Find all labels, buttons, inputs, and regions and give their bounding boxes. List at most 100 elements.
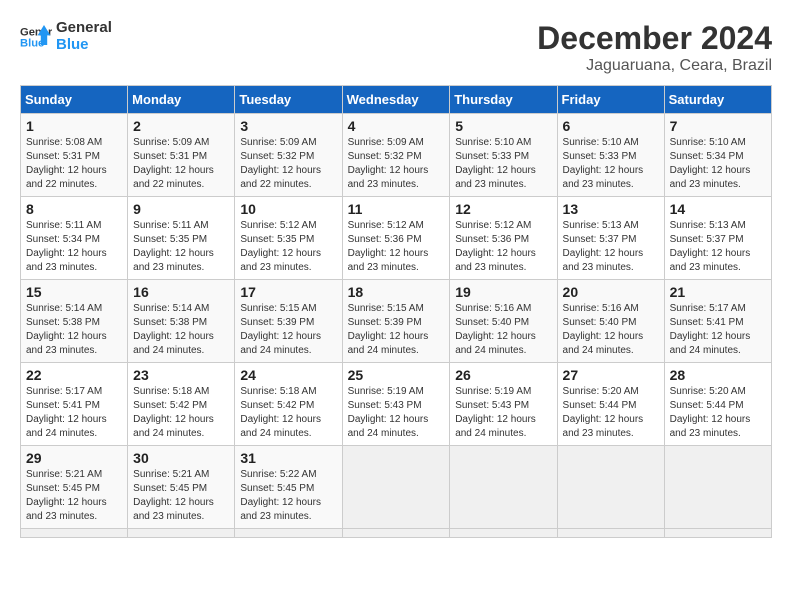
- day-number: 5: [455, 118, 551, 134]
- day-number: 11: [348, 201, 445, 217]
- day-number: 26: [455, 367, 551, 383]
- col-header-sunday: Sunday: [21, 86, 128, 114]
- calendar-cell: [450, 446, 557, 529]
- day-info: Sunrise: 5:19 AM Sunset: 5:43 PM Dayligh…: [455, 385, 551, 441]
- day-info: Sunrise: 5:21 AM Sunset: 5:45 PM Dayligh…: [133, 468, 229, 524]
- day-info: Sunrise: 5:14 AM Sunset: 5:38 PM Dayligh…: [26, 302, 122, 358]
- day-number: 25: [348, 367, 445, 383]
- day-number: 17: [240, 284, 336, 300]
- day-number: 10: [240, 201, 336, 217]
- col-header-saturday: Saturday: [664, 86, 771, 114]
- day-number: 12: [455, 201, 551, 217]
- calendar-cell: [664, 446, 771, 529]
- logo-line1: General: [56, 20, 112, 37]
- calendar-cell: [664, 529, 771, 538]
- calendar-cell: 28 Sunrise: 5:20 AM Sunset: 5:44 PM Dayli…: [664, 363, 771, 446]
- day-number: 3: [240, 118, 336, 134]
- day-number: 13: [563, 201, 659, 217]
- title-block: December 2024 Jaguaruana, Ceara, Brazil: [537, 20, 772, 75]
- calendar-cell: 10 Sunrise: 5:12 AM Sunset: 5:35 PM Dayli…: [235, 197, 342, 280]
- calendar-cell: 15 Sunrise: 5:14 AM Sunset: 5:38 PM Dayli…: [21, 280, 128, 363]
- day-info: Sunrise: 5:13 AM Sunset: 5:37 PM Dayligh…: [563, 219, 659, 275]
- calendar-cell: 6 Sunrise: 5:10 AM Sunset: 5:33 PM Daylig…: [557, 114, 664, 197]
- calendar-cell: [235, 529, 342, 538]
- calendar-cell: 4Sunrise: 5:09 AM Sunset: 5:32 PM Daylig…: [342, 114, 450, 197]
- day-number: 20: [563, 284, 659, 300]
- day-info: Sunrise: 5:16 AM Sunset: 5:40 PM Dayligh…: [563, 302, 659, 358]
- calendar-cell: [128, 529, 235, 538]
- calendar-cell: 14 Sunrise: 5:13 AM Sunset: 5:37 PM Dayli…: [664, 197, 771, 280]
- day-number: 14: [670, 201, 766, 217]
- calendar-cell: 31 Sunrise: 5:22 AM Sunset: 5:45 PM Dayli…: [235, 446, 342, 529]
- calendar-cell: 22Sunrise: 5:17 AM Sunset: 5:41 PM Dayli…: [21, 363, 128, 446]
- day-number: 16: [133, 284, 229, 300]
- calendar-cell: 1 Sunrise: 5:08 AM Sunset: 5:31 PM Daylig…: [21, 114, 128, 197]
- calendar-cell: 21 Sunrise: 5:17 AM Sunset: 5:41 PM Dayli…: [664, 280, 771, 363]
- day-number: 9: [133, 201, 229, 217]
- day-info: Sunrise: 5:12 AM Sunset: 5:36 PM Dayligh…: [348, 219, 445, 275]
- calendar-cell: 20 Sunrise: 5:16 AM Sunset: 5:40 PM Dayli…: [557, 280, 664, 363]
- day-info: Sunrise: 5:13 AM Sunset: 5:37 PM Dayligh…: [670, 219, 766, 275]
- day-number: 4: [348, 118, 445, 134]
- calendar-cell: [342, 446, 450, 529]
- day-info: Sunrise: 5:11 AM Sunset: 5:34 PM Dayligh…: [26, 219, 122, 275]
- col-header-tuesday: Tuesday: [235, 86, 342, 114]
- calendar-cell: 30 Sunrise: 5:21 AM Sunset: 5:45 PM Dayli…: [128, 446, 235, 529]
- calendar-cell: 23Sunrise: 5:18 AM Sunset: 5:42 PM Dayli…: [128, 363, 235, 446]
- calendar-cell: 26 Sunrise: 5:19 AM Sunset: 5:43 PM Dayli…: [450, 363, 557, 446]
- page-header: General Blue General Blue December 2024 …: [20, 20, 772, 75]
- day-number: 8: [26, 201, 122, 217]
- day-info: Sunrise: 5:15 AM Sunset: 5:39 PM Dayligh…: [240, 302, 336, 358]
- logo: General Blue General Blue: [20, 20, 112, 53]
- calendar-cell: 25Sunrise: 5:19 AM Sunset: 5:43 PM Dayli…: [342, 363, 450, 446]
- day-number: 28: [670, 367, 766, 383]
- day-number: 15: [26, 284, 122, 300]
- day-number: 27: [563, 367, 659, 383]
- calendar-cell: 19Sunrise: 5:16 AM Sunset: 5:40 PM Dayli…: [450, 280, 557, 363]
- day-number: 21: [670, 284, 766, 300]
- calendar-cell: 9 Sunrise: 5:11 AM Sunset: 5:35 PM Daylig…: [128, 197, 235, 280]
- day-info: Sunrise: 5:21 AM Sunset: 5:45 PM Dayligh…: [26, 468, 122, 524]
- day-info: Sunrise: 5:11 AM Sunset: 5:35 PM Dayligh…: [133, 219, 229, 275]
- calendar-cell: 11 Sunrise: 5:12 AM Sunset: 5:36 PM Dayli…: [342, 197, 450, 280]
- day-info: Sunrise: 5:17 AM Sunset: 5:41 PM Dayligh…: [26, 385, 122, 441]
- calendar-cell: 16Sunrise: 5:14 AM Sunset: 5:38 PM Dayli…: [128, 280, 235, 363]
- svg-text:Blue: Blue: [20, 37, 44, 49]
- day-number: 29: [26, 450, 122, 466]
- day-info: Sunrise: 5:18 AM Sunset: 5:42 PM Dayligh…: [240, 385, 336, 441]
- day-info: Sunrise: 5:12 AM Sunset: 5:35 PM Dayligh…: [240, 219, 336, 275]
- calendar-cell: 8 Sunrise: 5:11 AM Sunset: 5:34 PM Daylig…: [21, 197, 128, 280]
- day-info: Sunrise: 5:20 AM Sunset: 5:44 PM Dayligh…: [670, 385, 766, 441]
- calendar-cell: 5 Sunrise: 5:10 AM Sunset: 5:33 PM Daylig…: [450, 114, 557, 197]
- day-number: 31: [240, 450, 336, 466]
- day-info: Sunrise: 5:10 AM Sunset: 5:33 PM Dayligh…: [563, 136, 659, 192]
- calendar-cell: 3 Sunrise: 5:09 AM Sunset: 5:32 PM Daylig…: [235, 114, 342, 197]
- calendar-cell: 18Sunrise: 5:15 AM Sunset: 5:39 PM Dayli…: [342, 280, 450, 363]
- day-number: 2: [133, 118, 229, 134]
- calendar-cell: [342, 529, 450, 538]
- col-header-wednesday: Wednesday: [342, 86, 450, 114]
- page-subtitle: Jaguaruana, Ceara, Brazil: [537, 57, 772, 75]
- day-number: 6: [563, 118, 659, 134]
- day-number: 7: [670, 118, 766, 134]
- day-info: Sunrise: 5:10 AM Sunset: 5:33 PM Dayligh…: [455, 136, 551, 192]
- day-info: Sunrise: 5:17 AM Sunset: 5:41 PM Dayligh…: [670, 302, 766, 358]
- day-info: Sunrise: 5:20 AM Sunset: 5:44 PM Dayligh…: [563, 385, 659, 441]
- calendar-cell: 7 Sunrise: 5:10 AM Sunset: 5:34 PM Daylig…: [664, 114, 771, 197]
- calendar-cell: [21, 529, 128, 538]
- calendar-cell: 17 Sunrise: 5:15 AM Sunset: 5:39 PM Dayli…: [235, 280, 342, 363]
- day-number: 23: [133, 367, 229, 383]
- day-info: Sunrise: 5:08 AM Sunset: 5:31 PM Dayligh…: [26, 136, 122, 192]
- day-number: 1: [26, 118, 122, 134]
- day-info: Sunrise: 5:09 AM Sunset: 5:32 PM Dayligh…: [240, 136, 336, 192]
- calendar-cell: [450, 529, 557, 538]
- calendar-cell: 27 Sunrise: 5:20 AM Sunset: 5:44 PM Dayli…: [557, 363, 664, 446]
- day-number: 30: [133, 450, 229, 466]
- calendar-cell: [557, 446, 664, 529]
- calendar-cell: 13 Sunrise: 5:13 AM Sunset: 5:37 PM Dayli…: [557, 197, 664, 280]
- day-number: 19: [455, 284, 551, 300]
- page-title: December 2024: [537, 20, 772, 57]
- logo-line2: Blue: [56, 37, 112, 54]
- day-info: Sunrise: 5:10 AM Sunset: 5:34 PM Dayligh…: [670, 136, 766, 192]
- day-info: Sunrise: 5:22 AM Sunset: 5:45 PM Dayligh…: [240, 468, 336, 524]
